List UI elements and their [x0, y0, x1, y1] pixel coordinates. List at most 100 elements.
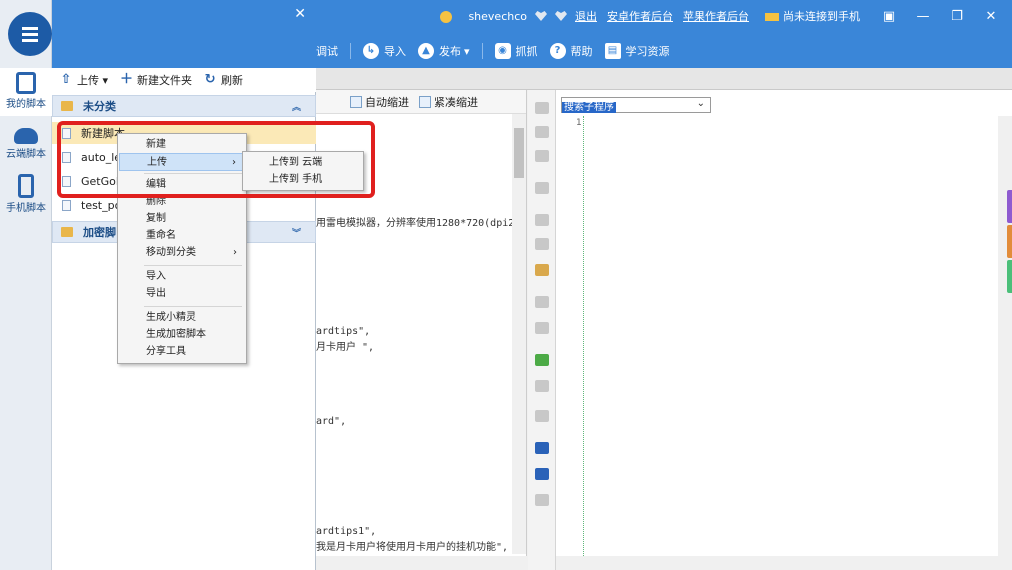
replace-icon[interactable] [535, 468, 549, 480]
delete-icon[interactable] [535, 150, 549, 162]
nav-cloud-scripts[interactable]: 云端脚本 [0, 120, 52, 168]
menu-icon [22, 27, 38, 30]
group-label: 未分类 [83, 100, 116, 113]
copy-icon[interactable] [535, 182, 549, 194]
username[interactable]: shevechco [468, 10, 527, 23]
redo-icon[interactable] [535, 380, 549, 392]
group-label: 加密脚 [83, 226, 116, 239]
bookmark-icon[interactable] [535, 494, 549, 506]
scroll-thumb[interactable] [514, 128, 524, 178]
vip-diamond-icon[interactable] [555, 11, 567, 21]
clipboard-icon[interactable] [535, 264, 549, 276]
upload-button[interactable]: ⇧ 上传 ▾ [60, 72, 108, 88]
subeditor-vertical-scrollbar[interactable] [998, 116, 1012, 556]
menu-item-generate-sprite[interactable]: 生成小精灵 [119, 309, 245, 327]
arrow-down-icon[interactable] [535, 102, 549, 114]
minimize-button[interactable]: — [910, 9, 936, 24]
auto-indent-button[interactable]: 自动缩进 [365, 94, 409, 110]
ios-author-link[interactable]: 苹果作者后台 [683, 8, 749, 24]
user-avatar-icon[interactable] [440, 10, 460, 23]
uncomment-icon[interactable] [535, 322, 549, 334]
menu-item-label: 重命名 [146, 230, 176, 241]
phone-icon [18, 174, 34, 198]
editor-horizontal-scrollbar[interactable] [316, 556, 527, 570]
subroutine-select[interactable]: 搜索子程序 ⌄ [561, 97, 711, 113]
debug-label: 调试 [316, 45, 338, 58]
menu-item-export[interactable]: 导出 [119, 285, 245, 303]
publish-icon: ▲ [418, 43, 434, 59]
upload-icon: ⇧ [60, 72, 72, 87]
main-toolbar: 调试 ↳ 导入 ▲ 发布 ▾ ◉ 抓抓 ? 帮助 ▤ 学习资源 [316, 40, 682, 62]
cut-icon[interactable] [535, 214, 549, 226]
book-icon: ▤ [604, 43, 621, 59]
close-window-button[interactable]: ✕ [978, 9, 1004, 24]
menu-item-share-tool[interactable]: 分享工具 [119, 343, 245, 361]
close-panel-icon[interactable]: ✕ [294, 6, 306, 22]
collapse-icon[interactable]: ︽ [292, 100, 301, 113]
menu-item-copy[interactable]: 复制 [119, 210, 245, 228]
goto-icon[interactable] [535, 410, 549, 422]
import-button[interactable]: ↳ 导入 [363, 43, 406, 59]
tree-actions: ⇧ 上传 ▾ ＋新建文件夹 ↻ 刷新 [52, 68, 316, 92]
capture-button[interactable]: ◉ 抓抓 [494, 43, 538, 59]
new-folder-label: 新建文件夹 [137, 74, 193, 87]
code-line: 用雷电模拟器，分辨率使用1280*720(dpi2 [316, 218, 515, 229]
paste-icon[interactable] [535, 238, 549, 250]
menu-item-move-to-category[interactable]: 移动到分类 › [119, 244, 245, 262]
refresh-button[interactable]: ↻ 刷新 [204, 72, 243, 88]
subroutine-select-value: 搜索子程序 [562, 102, 616, 113]
tab-strip [316, 68, 1012, 90]
menu-item-import[interactable]: 导入 [119, 268, 245, 286]
nav-phone-scripts[interactable]: 手机脚本 [0, 170, 52, 218]
expand-icon[interactable]: ︾ [292, 226, 301, 239]
file-icon [62, 199, 71, 211]
debug-button[interactable]: 调试 [316, 43, 338, 59]
menu-logo-button[interactable] [8, 12, 52, 56]
menu-item-label: 复制 [146, 213, 166, 224]
menu-item-rename[interactable]: 重命名 [119, 227, 245, 245]
nav-my-scripts[interactable]: 我的脚本 [0, 68, 52, 116]
app-window: shevechco 退出 安卓作者后台 苹果作者后台 尚未连接到手机 ▣ — ❐… [0, 0, 1012, 570]
subeditor-horizontal-scrollbar[interactable] [556, 556, 1012, 570]
tree-header: ✕ [52, 0, 316, 68]
camera-icon: ◉ [494, 43, 511, 59]
android-author-link[interactable]: 安卓作者后台 [607, 8, 673, 24]
help-button[interactable]: ? 帮助 [549, 43, 593, 59]
menu-item-label: 移动到分类 [146, 247, 196, 258]
publish-label: 发布 [439, 45, 461, 58]
maximize-button[interactable]: ❐ [944, 9, 970, 24]
learning-resources-label: 学习资源 [625, 45, 670, 58]
restore-small-button[interactable]: ▣ [876, 9, 902, 24]
new-folder-button[interactable]: ＋新建文件夹 [120, 72, 192, 88]
side-tab-purple[interactable] [1007, 190, 1012, 223]
nav-phone-scripts-label: 手机脚本 [6, 203, 46, 214]
sub-editor-pane: 搜索子程序 ⌄ 1 [556, 90, 1012, 570]
code-line: ardtips", [316, 326, 371, 337]
menu-item-label: 导入 [146, 271, 166, 282]
logout-link[interactable]: 退出 [575, 8, 597, 24]
side-color-tabs [1007, 190, 1012, 293]
code-line: ard", [316, 416, 347, 427]
group-uncategorized[interactable]: 未分类 ︽ [52, 95, 316, 117]
vip-heart-icon[interactable] [535, 11, 547, 21]
help-icon: ? [549, 43, 566, 59]
find-icon[interactable] [535, 442, 549, 454]
phone-status-label: 尚未连接到手机 [783, 10, 860, 23]
undo-icon[interactable] [535, 354, 549, 366]
editor-vertical-scrollbar[interactable] [512, 114, 526, 554]
side-tab-orange[interactable] [1007, 225, 1012, 258]
import-label: 导入 [384, 45, 406, 58]
side-tab-green[interactable] [1007, 260, 1012, 293]
phone-status[interactable]: 尚未连接到手机 [765, 8, 868, 24]
toolbar-divider [481, 43, 483, 59]
arrow-up-icon[interactable] [535, 126, 549, 138]
refresh-label: 刷新 [221, 74, 244, 87]
menu-item-generate-encrypted[interactable]: 生成加密脚本 [119, 326, 245, 344]
refresh-icon: ↻ [204, 72, 216, 87]
capture-label: 抓抓 [515, 45, 538, 58]
publish-button[interactable]: ▲ 发布 ▾ [418, 43, 470, 59]
comment-icon[interactable] [535, 296, 549, 308]
learning-resources-button[interactable]: ▤ 学习资源 [604, 43, 670, 59]
menu-item-label: 生成小精灵 [146, 312, 196, 323]
compact-indent-button[interactable]: 紧凑缩进 [434, 94, 478, 110]
